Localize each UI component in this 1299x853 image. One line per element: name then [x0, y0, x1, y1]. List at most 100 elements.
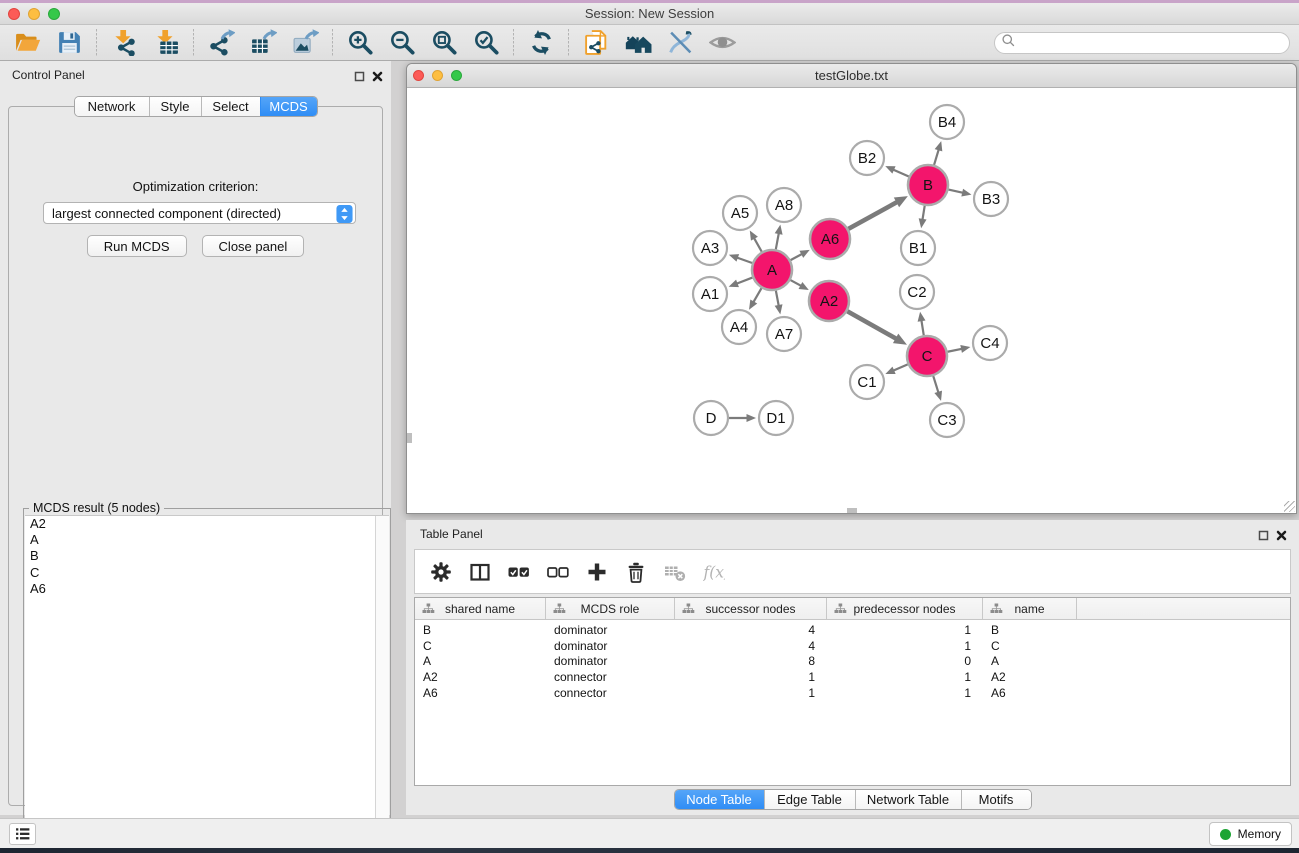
network-node-C4[interactable]: C4 — [973, 326, 1007, 360]
float-panel-icon[interactable] — [354, 69, 365, 80]
home-icon[interactable] — [623, 28, 653, 58]
export-network-icon[interactable] — [206, 28, 236, 58]
zoom-selected-icon[interactable] — [471, 28, 501, 58]
column-header-shared-name[interactable]: shared name — [415, 598, 546, 619]
table-cell-predecessor-nodes[interactable]: 1 — [827, 686, 983, 700]
run-mcds-button[interactable]: Run MCDS — [87, 235, 187, 257]
edge-A-A1[interactable] — [736, 278, 752, 284]
refresh-icon[interactable] — [526, 28, 556, 58]
dropdown-stepper-icon[interactable] — [336, 205, 353, 223]
delete-column-icon[interactable] — [624, 560, 648, 584]
network-node-B4[interactable]: B4 — [930, 105, 964, 139]
edge-A-A3[interactable] — [736, 257, 752, 263]
select-all-icon[interactable] — [507, 560, 531, 584]
table-cell-predecessor-nodes[interactable]: 1 — [827, 623, 983, 637]
edge-A-A2[interactable] — [790, 280, 801, 286]
network-node-B[interactable]: B — [908, 165, 948, 205]
export-image-icon[interactable] — [290, 28, 320, 58]
table-cell-shared-name[interactable]: C — [415, 639, 546, 653]
tab-select[interactable]: Select — [201, 97, 260, 116]
mcds-result-item[interactable]: A2 — [25, 516, 389, 532]
table-cell-successor-nodes[interactable]: 4 — [675, 623, 827, 637]
search-box[interactable] — [994, 32, 1290, 54]
column-header-successor-nodes[interactable]: successor nodes — [675, 598, 827, 619]
search-input[interactable] — [1016, 34, 1289, 52]
network-node-A8[interactable]: A8 — [767, 188, 801, 222]
edge-A-A6[interactable] — [791, 254, 803, 260]
edge-C-C2[interactable] — [921, 320, 923, 336]
network-node-A6[interactable]: A6 — [810, 219, 850, 259]
open-folder-icon[interactable] — [12, 28, 42, 58]
table-cell-shared-name[interactable]: A2 — [415, 670, 546, 684]
zoom-fit-icon[interactable] — [429, 28, 459, 58]
edge-A2-C[interactable] — [847, 311, 897, 339]
table-cell-successor-nodes[interactable]: 4 — [675, 639, 827, 653]
network-node-A1[interactable]: A1 — [693, 277, 727, 311]
task-history-button[interactable] — [9, 823, 36, 845]
table-cell-shared-name[interactable]: A6 — [415, 686, 546, 700]
table-cell-name[interactable]: A — [983, 654, 1077, 668]
close-panel-icon[interactable] — [1276, 528, 1287, 539]
import-network-icon[interactable] — [109, 28, 139, 58]
edge-A-A8[interactable] — [776, 233, 779, 250]
table-cell-name[interactable]: A2 — [983, 670, 1077, 684]
table-cell-successor-nodes[interactable]: 1 — [675, 686, 827, 700]
add-column-icon[interactable] — [585, 560, 609, 584]
deselect-all-icon[interactable] — [546, 560, 570, 584]
zoom-out-icon[interactable] — [387, 28, 417, 58]
edge-A-A4[interactable] — [753, 288, 761, 303]
tab-motifs[interactable]: Motifs — [961, 790, 1031, 809]
network-node-C1[interactable]: C1 — [850, 365, 884, 399]
edge-B-B1[interactable] — [922, 206, 924, 221]
network-node-B3[interactable]: B3 — [974, 182, 1008, 216]
table-cell-name[interactable]: A6 — [983, 686, 1077, 700]
edge-B-B4[interactable] — [934, 149, 939, 165]
table-cell-predecessor-nodes[interactable]: 1 — [827, 639, 983, 653]
zoom-in-icon[interactable] — [345, 28, 375, 58]
edge-A-A7[interactable] — [776, 291, 779, 307]
float-panel-icon[interactable] — [1258, 528, 1269, 539]
edge-B-B2[interactable] — [893, 169, 909, 176]
close-panel-icon[interactable] — [372, 69, 383, 80]
network-node-B1[interactable]: B1 — [901, 231, 935, 265]
style-toggle-icon[interactable] — [665, 28, 695, 58]
save-session-icon[interactable] — [54, 28, 84, 58]
close-panel-button[interactable]: Close panel — [202, 235, 305, 257]
edge-C-C3[interactable] — [933, 376, 938, 393]
column-header-name[interactable]: name — [983, 598, 1077, 619]
table-cell-successor-nodes[interactable]: 8 — [675, 654, 827, 668]
network-node-C3[interactable]: C3 — [930, 403, 964, 437]
table-cell-shared-name[interactable]: B — [415, 623, 546, 637]
network-node-A7[interactable]: A7 — [767, 317, 801, 351]
mcds-list-scrollbar[interactable] — [375, 516, 389, 843]
network-node-D1[interactable]: D1 — [759, 401, 793, 435]
edge-C-C1[interactable] — [893, 364, 908, 371]
network-node-B2[interactable]: B2 — [850, 141, 884, 175]
column-header-MCDS-role[interactable]: MCDS role — [546, 598, 675, 619]
clone-network-icon[interactable] — [581, 28, 611, 58]
edge-B-B3[interactable] — [948, 190, 963, 193]
mcds-result-list[interactable]: A2ABCA6 — [25, 515, 389, 843]
table-row[interactable]: Cdominator41C — [415, 638, 1290, 654]
tab-mcds[interactable]: MCDS — [260, 97, 317, 116]
network-node-A3[interactable]: A3 — [693, 231, 727, 265]
table-cell-successor-nodes[interactable]: 1 — [675, 670, 827, 684]
import-table-icon[interactable] — [151, 28, 181, 58]
network-node-D[interactable]: D — [694, 401, 728, 435]
table-cell-name[interactable]: C — [983, 639, 1077, 653]
network-node-C[interactable]: C — [907, 336, 947, 376]
tab-edge-table[interactable]: Edge Table — [764, 790, 855, 809]
network-node-A4[interactable]: A4 — [722, 310, 756, 344]
table-cell-shared-name[interactable]: A — [415, 654, 546, 668]
table-cell-MCDS-role[interactable]: connector — [546, 670, 675, 684]
table-cell-name[interactable]: B — [983, 623, 1077, 637]
criterion-dropdown[interactable]: largest connected component (directed) — [43, 202, 356, 224]
mcds-result-item[interactable]: A — [25, 532, 389, 548]
network-node-A[interactable]: A — [752, 250, 792, 290]
mcds-result-item[interactable]: C — [25, 565, 389, 581]
tab-network[interactable]: Network — [75, 97, 149, 116]
network-window-resize-grip[interactable] — [1284, 501, 1295, 512]
column-header-predecessor-nodes[interactable]: predecessor nodes — [827, 598, 983, 619]
network-canvas[interactable]: B4B2BB3A8A5A6A3B1AA1C2A2A4A7C4CC1C3DD1 — [407, 89, 1296, 514]
edge-C-C4[interactable] — [948, 349, 963, 352]
